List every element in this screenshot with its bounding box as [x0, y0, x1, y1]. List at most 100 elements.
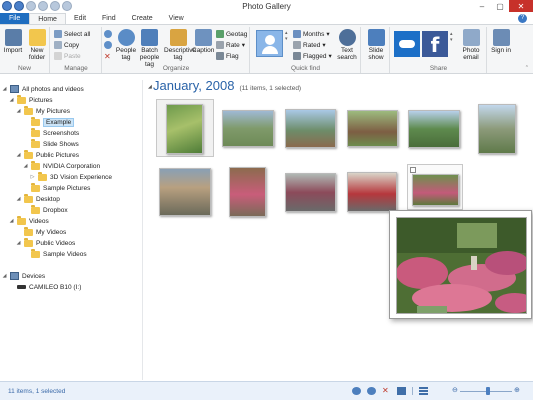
photo-thumbnail[interactable] [347, 172, 397, 212]
photo-email-button[interactable]: Photo email [457, 29, 485, 61]
copy-button[interactable]: Copy [54, 40, 79, 50]
flagged-button[interactable]: Flagged ▾ [293, 51, 332, 61]
nav-label: All photos and videos [22, 85, 84, 93]
photo-thumbnail[interactable] [285, 173, 336, 212]
window-title: Photo Gallery [242, 2, 291, 11]
nav-slide-shows[interactable]: Slide Shows [23, 139, 79, 149]
nav-my-videos[interactable]: My Videos [16, 227, 66, 237]
slide-show-button[interactable]: Slide show [364, 29, 388, 61]
help-icon[interactable]: ? [518, 14, 527, 23]
delete-icon[interactable]: ✕ [382, 387, 391, 395]
rotate-right-icon[interactable] [367, 387, 376, 395]
tab-file[interactable]: File [0, 13, 30, 24]
photo-thumbnail[interactable] [478, 104, 516, 154]
nav-desktop[interactable]: ◢ Desktop [16, 194, 60, 204]
photo-thumbnail[interactable] [166, 104, 203, 154]
caption-button[interactable]: Caption [192, 29, 214, 54]
tab-create[interactable]: Create [124, 13, 161, 24]
email-icon [462, 29, 480, 46]
collapse-icon[interactable]: ◢ [2, 273, 7, 279]
minimize-button[interactable]: – [473, 0, 491, 12]
photo-thumbnail[interactable] [347, 110, 398, 147]
chevron-down-icon: ▾ [328, 53, 332, 60]
collapse-icon[interactable]: ◢ [23, 163, 28, 169]
geotag-button[interactable]: Geotag [216, 29, 247, 39]
zoom-out-icon[interactable]: ⊖ [452, 386, 458, 394]
onedrive-icon[interactable] [394, 31, 420, 57]
select-checkbox[interactable] [410, 167, 416, 173]
people-gallery[interactable] [256, 30, 283, 57]
collapse-icon[interactable]: ◢ [16, 196, 21, 202]
nav-dropbox[interactable]: Dropbox [23, 205, 68, 215]
people-tag-button[interactable]: People tag [115, 29, 137, 61]
months-button[interactable]: Months ▾ [293, 29, 330, 39]
nav-videos[interactable]: ◢ Videos [9, 216, 49, 226]
nav-public-videos[interactable]: ◢ Public Videos [16, 238, 75, 248]
collapse-ribbon-icon[interactable]: ⌃ [525, 65, 529, 71]
rotate-left-button[interactable] [104, 29, 112, 39]
details-view-icon[interactable] [419, 387, 428, 395]
photo-thumbnail[interactable] [229, 167, 266, 217]
slideshow-icon[interactable] [397, 387, 406, 395]
paste-label: Paste [64, 52, 81, 60]
rate-button[interactable]: Rate ▾ [216, 40, 245, 50]
ribbon: Import New folder New Select all Copy Pa… [0, 24, 533, 74]
date-group-header[interactable]: January, 2008 (11 items, 1 selected) [153, 78, 301, 93]
collapse-icon[interactable]: ◢ [16, 240, 21, 246]
photo-thumbnail[interactable] [408, 110, 460, 148]
tab-view[interactable]: View [161, 13, 192, 24]
nav-sample-videos[interactable]: Sample Videos [23, 249, 87, 259]
gallery-scroll[interactable]: ▴ ▾ [285, 30, 290, 57]
delete-button[interactable]: ✕ [104, 51, 111, 61]
folder-icon [31, 183, 40, 192]
flag-button[interactable]: Flag [216, 51, 239, 61]
nav-label: Sample Pictures [43, 184, 91, 192]
select-all-button[interactable]: Select all [54, 29, 90, 39]
paste-button[interactable]: Paste [54, 51, 81, 61]
collapse-icon[interactable]: ◢ [9, 218, 14, 224]
rotate-left-icon[interactable] [352, 387, 361, 395]
nav-all-photos[interactable]: ◢ All photos and videos [2, 84, 84, 94]
rate-label: Rate [226, 41, 240, 49]
nav-camileo[interactable]: CAMILEO B10 (I:) [9, 282, 81, 292]
text-search-button[interactable]: Text search [335, 29, 359, 61]
share-gallery-scroll[interactable]: ▴ ▾ [450, 31, 455, 57]
close-button[interactable]: ✕ [509, 0, 533, 12]
descriptive-tag-button[interactable]: Descriptive tag [164, 29, 196, 61]
nav-my-pictures[interactable]: ◢ My Pictures [16, 106, 70, 116]
nav-example[interactable]: Example [23, 117, 75, 127]
photo-thumbnail[interactable] [222, 110, 274, 147]
nav-3d-vision[interactable]: ▷ 3D Vision Experience [30, 172, 112, 182]
nav-label: Slide Shows [43, 140, 79, 148]
import-button[interactable]: Import [2, 29, 24, 54]
group-collapse-icon[interactable]: ◢ [148, 84, 152, 90]
tab-edit[interactable]: Edit [66, 13, 94, 24]
rated-button[interactable]: Rated ▾ [293, 40, 326, 50]
nav-pictures[interactable]: ◢ Pictures [9, 95, 52, 105]
photo-thumbnail[interactable] [285, 109, 336, 148]
collapse-icon[interactable]: ◢ [16, 152, 21, 158]
collapse-icon[interactable]: ◢ [9, 97, 14, 103]
new-folder-button[interactable]: New folder [25, 29, 49, 61]
nav-screenshots[interactable]: Screenshots [23, 128, 79, 138]
sign-in-button[interactable]: Sign in [490, 29, 512, 54]
nav-public-pictures[interactable]: ◢ Public Pictures [16, 150, 79, 160]
collapse-icon[interactable]: ◢ [2, 86, 7, 92]
geotag-icon [216, 30, 224, 38]
photo-thumbnail[interactable] [159, 168, 211, 216]
tab-home[interactable]: Home [29, 13, 66, 24]
zoom-knob[interactable] [486, 387, 491, 395]
facebook-icon[interactable]: f [422, 31, 448, 57]
tab-find[interactable]: Find [94, 13, 124, 24]
collapse-icon[interactable]: ◢ [16, 108, 21, 114]
nav-nvidia[interactable]: ◢ NVIDIA Corporation [23, 161, 100, 171]
zoom-slider[interactable]: ⊖ ⊕ [452, 387, 520, 395]
nav-devices[interactable]: ◢ Devices [2, 271, 45, 281]
nav-sample-pictures[interactable]: Sample Pictures [23, 183, 90, 193]
rotate-right-button[interactable] [104, 40, 112, 50]
expand-icon[interactable]: ▷ [30, 174, 35, 180]
batch-people-tag-button[interactable]: Batch people tag [136, 29, 163, 68]
photo-thumbnail[interactable] [412, 174, 459, 206]
zoom-in-icon[interactable]: ⊕ [514, 386, 520, 394]
maximize-button[interactable]: ▢ [491, 0, 509, 12]
